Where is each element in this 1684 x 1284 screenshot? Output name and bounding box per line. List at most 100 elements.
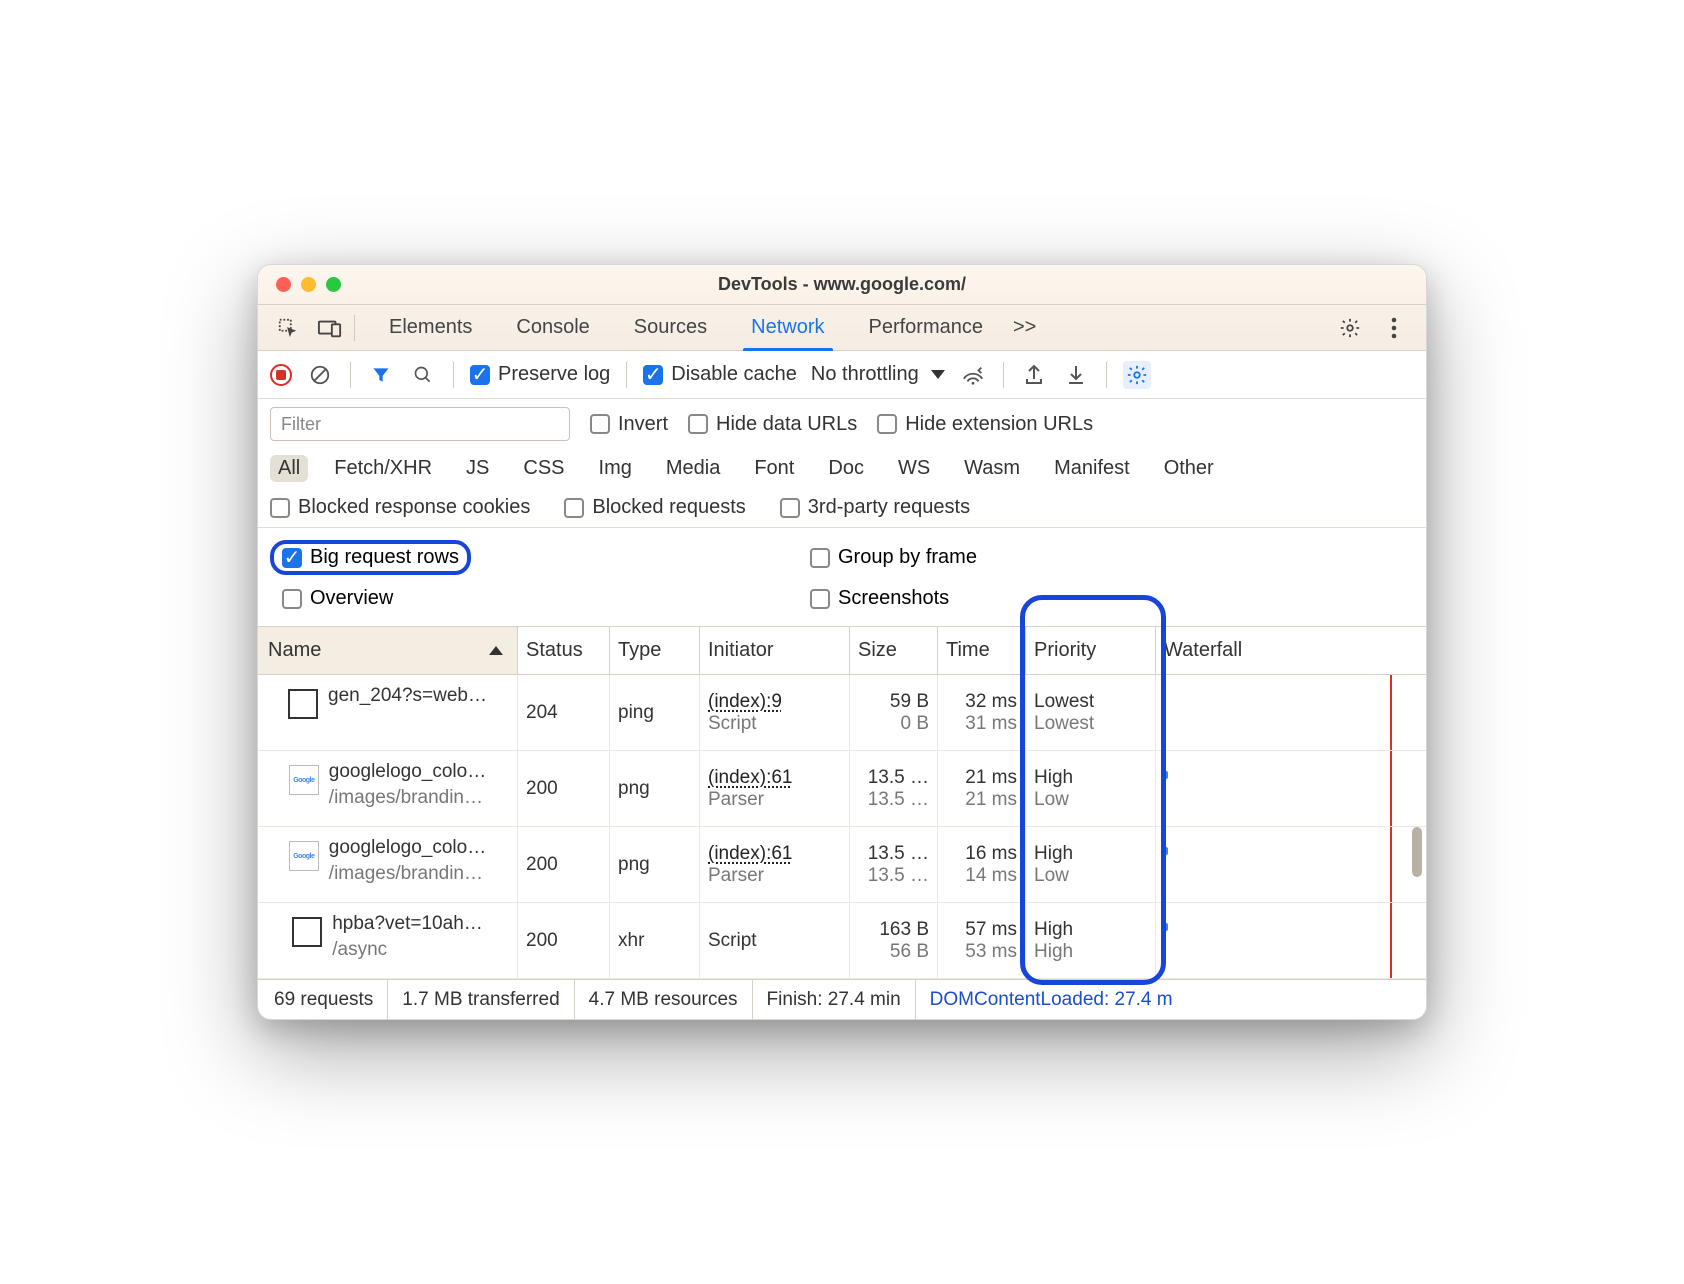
preserve-log-checkbox[interactable]: ✓ Preserve log: [470, 363, 610, 386]
inspect-element-icon[interactable]: [274, 314, 302, 342]
filter-bar: Filter Invert Hide data URLs Hide extens…: [258, 399, 1426, 449]
type-chip-css[interactable]: CSS: [515, 455, 572, 482]
table-row[interactable]: Googlegooglelogo_colo…/images/brandin…20…: [258, 827, 1426, 903]
cell-status: 204: [518, 675, 610, 750]
invert-checkbox[interactable]: Invert: [590, 413, 668, 436]
tab-console[interactable]: Console: [494, 305, 611, 351]
kebab-menu-icon[interactable]: [1380, 314, 1408, 342]
checkbox-icon: [564, 498, 584, 518]
cell-waterfall: [1156, 751, 1426, 826]
filter-funnel-icon[interactable]: [367, 361, 395, 389]
cell-priority: HighHigh: [1026, 903, 1156, 978]
extra-filters-row: Blocked response cookies Blocked request…: [258, 492, 1426, 527]
zoom-window-button[interactable]: [326, 277, 341, 292]
window-title: DevTools - www.google.com/: [258, 274, 1426, 295]
type-chip-ws[interactable]: WS: [890, 455, 938, 482]
blocked-cookies-label: Blocked response cookies: [298, 496, 530, 519]
type-chip-font[interactable]: Font: [746, 455, 802, 482]
type-chip-js[interactable]: JS: [458, 455, 497, 482]
tab-network[interactable]: Network: [729, 305, 846, 351]
col-name[interactable]: Name: [258, 627, 518, 674]
network-settings-icon[interactable]: [1123, 361, 1151, 389]
type-chip-fetchxhr[interactable]: Fetch/XHR: [326, 455, 440, 482]
cell-initiator[interactable]: Script: [700, 903, 850, 978]
titlebar: DevTools - www.google.com/: [258, 265, 1426, 305]
disable-cache-checkbox[interactable]: ✓ Disable cache: [643, 363, 797, 386]
request-path: /async: [332, 939, 483, 961]
cell-initiator[interactable]: (index):61Parser: [700, 751, 850, 826]
table-row[interactable]: hpba?vet=10ah…/async200xhrScript163 B56 …: [258, 903, 1426, 979]
blocked-cookies-checkbox[interactable]: Blocked response cookies: [270, 496, 530, 519]
cell-size: 13.5 …13.5 …: [850, 827, 938, 902]
preserve-log-label: Preserve log: [498, 363, 610, 386]
cell-type: ping: [610, 675, 700, 750]
tabs-overflow-button[interactable]: >>: [1005, 305, 1044, 351]
checkbox-icon: [590, 414, 610, 434]
cell-size: 13.5 …13.5 …: [850, 751, 938, 826]
cell-initiator[interactable]: (index):61Parser: [700, 827, 850, 902]
big-request-rows-checkbox[interactable]: ✓ Big request rows: [282, 546, 459, 569]
col-waterfall[interactable]: Waterfall: [1156, 627, 1426, 674]
network-conditions-icon[interactable]: [959, 361, 987, 389]
type-chip-doc[interactable]: Doc: [820, 455, 872, 482]
col-time[interactable]: Time: [938, 627, 1026, 674]
table-row[interactable]: gen_204?s=web…204ping(index):9Script59 B…: [258, 675, 1426, 751]
checkbox-icon: ✓: [470, 365, 490, 385]
request-name: googlelogo_colo…: [329, 761, 486, 783]
request-path: /images/brandin…: [329, 863, 486, 885]
export-har-icon[interactable]: [1020, 361, 1048, 389]
type-chip-media[interactable]: Media: [658, 455, 728, 482]
cell-waterfall: [1156, 903, 1426, 978]
cell-size: 163 B56 B: [850, 903, 938, 978]
search-icon[interactable]: [409, 361, 437, 389]
record-button[interactable]: [270, 364, 292, 386]
blank-favicon-icon: [292, 917, 322, 947]
settings-gear-icon[interactable]: [1336, 314, 1364, 342]
status-finish: Finish: 27.4 min: [753, 980, 916, 1019]
type-chip-img[interactable]: Img: [591, 455, 640, 482]
tabstrip: Elements Console Sources Network Perform…: [258, 305, 1426, 351]
type-chip-all[interactable]: All: [270, 455, 308, 482]
group-by-frame-checkbox[interactable]: Group by frame: [810, 546, 977, 569]
cell-waterfall: [1156, 675, 1426, 750]
checkbox-icon: [810, 589, 830, 609]
device-toolbar-icon[interactable]: [316, 314, 344, 342]
blank-favicon-icon: [288, 689, 318, 719]
type-chip-manifest[interactable]: Manifest: [1046, 455, 1138, 482]
hide-data-urls-checkbox[interactable]: Hide data URLs: [688, 413, 857, 436]
hide-extension-urls-checkbox[interactable]: Hide extension URLs: [877, 413, 1093, 436]
table-row[interactable]: Googlegooglelogo_colo…/images/brandin…20…: [258, 751, 1426, 827]
tab-performance[interactable]: Performance: [847, 305, 1006, 351]
minimize-window-button[interactable]: [301, 277, 316, 292]
col-size[interactable]: Size: [850, 627, 938, 674]
request-name: hpba?vet=10ah…: [332, 913, 483, 935]
blocked-requests-checkbox[interactable]: Blocked requests: [564, 496, 745, 519]
tab-sources[interactable]: Sources: [612, 305, 729, 351]
type-chip-other[interactable]: Other: [1156, 455, 1222, 482]
checkbox-icon: [810, 548, 830, 568]
third-party-checkbox[interactable]: 3rd-party requests: [780, 496, 970, 519]
col-type[interactable]: Type: [610, 627, 700, 674]
cell-time: 21 ms21 ms: [938, 751, 1026, 826]
cell-priority: LowestLowest: [1026, 675, 1156, 750]
devtools-window: DevTools - www.google.com/ Elements Cons…: [257, 264, 1427, 1020]
throttling-dropdown[interactable]: No throttling: [811, 363, 945, 386]
checkbox-icon: [270, 498, 290, 518]
close-window-button[interactable]: [276, 277, 291, 292]
requests-table: Name Status Type Initiator Size Time Pri…: [258, 626, 1426, 979]
type-chip-wasm[interactable]: Wasm: [956, 455, 1028, 482]
col-status[interactable]: Status: [518, 627, 610, 674]
clear-icon[interactable]: [306, 361, 334, 389]
import-har-icon[interactable]: [1062, 361, 1090, 389]
filter-input[interactable]: Filter: [270, 407, 570, 441]
chevron-down-icon: [931, 370, 945, 379]
col-initiator[interactable]: Initiator: [700, 627, 850, 674]
col-priority[interactable]: Priority: [1026, 627, 1156, 674]
status-transferred: 1.7 MB transferred: [388, 980, 574, 1019]
checkbox-icon: [688, 414, 708, 434]
cell-initiator[interactable]: (index):9Script: [700, 675, 850, 750]
overview-checkbox[interactable]: Overview: [270, 587, 393, 610]
sort-asc-icon: [489, 646, 503, 655]
screenshots-checkbox[interactable]: Screenshots: [810, 587, 949, 610]
tab-elements[interactable]: Elements: [367, 305, 494, 351]
